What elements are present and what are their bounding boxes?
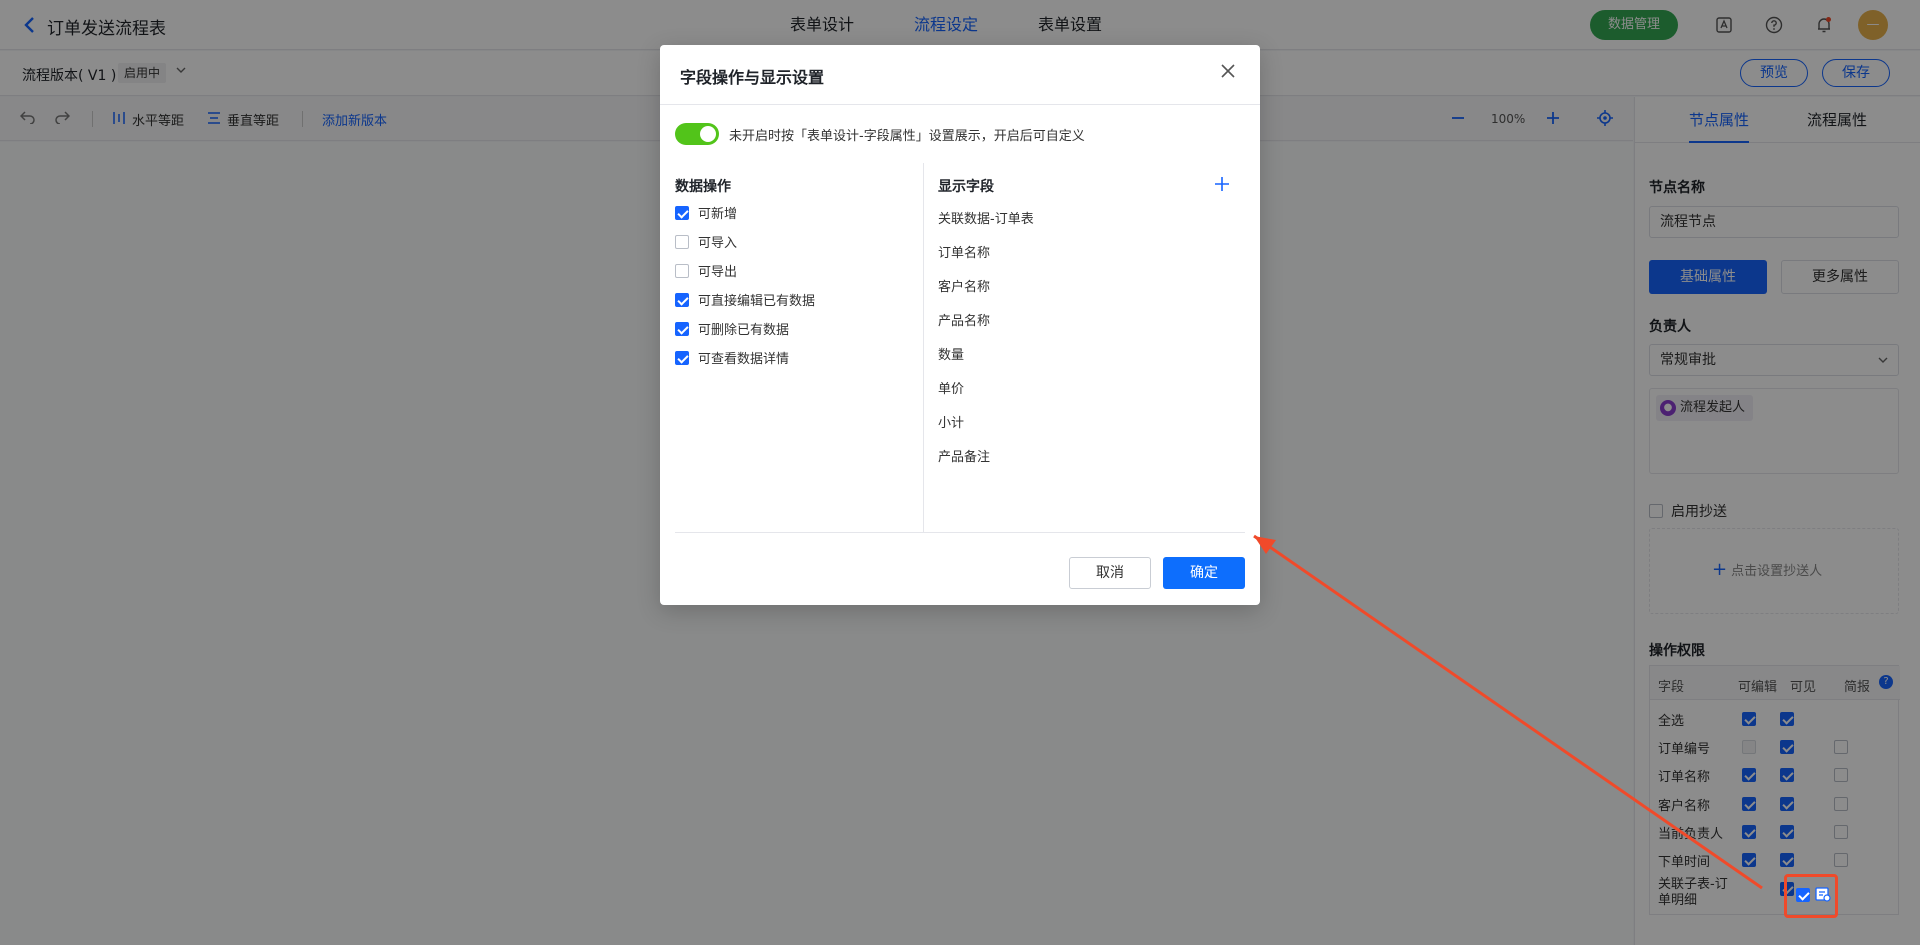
op-label: 可导入 xyxy=(698,236,738,251)
display-field-item[interactable]: 产品名称 xyxy=(938,310,990,329)
custom-toggle[interactable] xyxy=(675,123,719,145)
op-item[interactable]: 可新增 xyxy=(675,203,737,222)
op-item[interactable]: 可查看数据详情 xyxy=(675,348,789,367)
op-checkbox[interactable] xyxy=(675,263,689,278)
op-item[interactable]: 可导入 xyxy=(675,232,737,251)
annotation-highlight-box xyxy=(1784,874,1838,918)
close-icon[interactable] xyxy=(1216,61,1240,85)
op-checkbox[interactable] xyxy=(675,292,689,307)
display-field-item[interactable]: 产品备注 xyxy=(938,446,990,465)
op-label: 可导出 xyxy=(698,265,738,280)
toggle-description: 未开启时按「表单设计-字段属性」设置展示，开启后可自定义 xyxy=(729,129,1085,144)
add-field-icon[interactable] xyxy=(1214,175,1230,197)
display-field-item[interactable]: 关联数据-订单表 xyxy=(938,208,1034,227)
confirm-button[interactable]: 确定 xyxy=(1163,557,1245,589)
op-item[interactable]: 可直接编辑已有数据 xyxy=(675,290,815,309)
op-checkbox[interactable] xyxy=(675,234,689,249)
display-field-item[interactable]: 单价 xyxy=(938,378,964,397)
op-checkbox[interactable] xyxy=(675,321,689,336)
column-divider xyxy=(923,163,924,533)
display-field-item[interactable]: 客户名称 xyxy=(938,276,990,295)
modal-divider xyxy=(660,104,1260,105)
field-settings-modal: 字段操作与显示设置 未开启时按「表单设计-字段属性」设置展示，开启后可自定义 数… xyxy=(660,45,1260,605)
display-fields-title: 显示字段 xyxy=(938,179,994,195)
op-label: 可查看数据详情 xyxy=(698,352,790,367)
op-label: 可新增 xyxy=(698,207,738,222)
cancel-button[interactable]: 取消 xyxy=(1069,557,1151,589)
op-checkbox[interactable] xyxy=(675,350,689,365)
data-operations-title: 数据操作 xyxy=(675,179,731,195)
modal-footer-divider xyxy=(675,532,1245,533)
op-item[interactable]: 可导出 xyxy=(675,261,737,280)
display-field-item[interactable]: 订单名称 xyxy=(938,242,990,261)
display-field-item[interactable]: 小计 xyxy=(938,412,964,431)
op-label: 可直接编辑已有数据 xyxy=(698,294,816,309)
op-checkbox[interactable] xyxy=(675,205,689,220)
modal-title: 字段操作与显示设置 xyxy=(680,68,825,87)
op-item[interactable]: 可删除已有数据 xyxy=(675,319,789,338)
display-field-item[interactable]: 数量 xyxy=(938,344,964,363)
op-label: 可删除已有数据 xyxy=(698,323,790,338)
